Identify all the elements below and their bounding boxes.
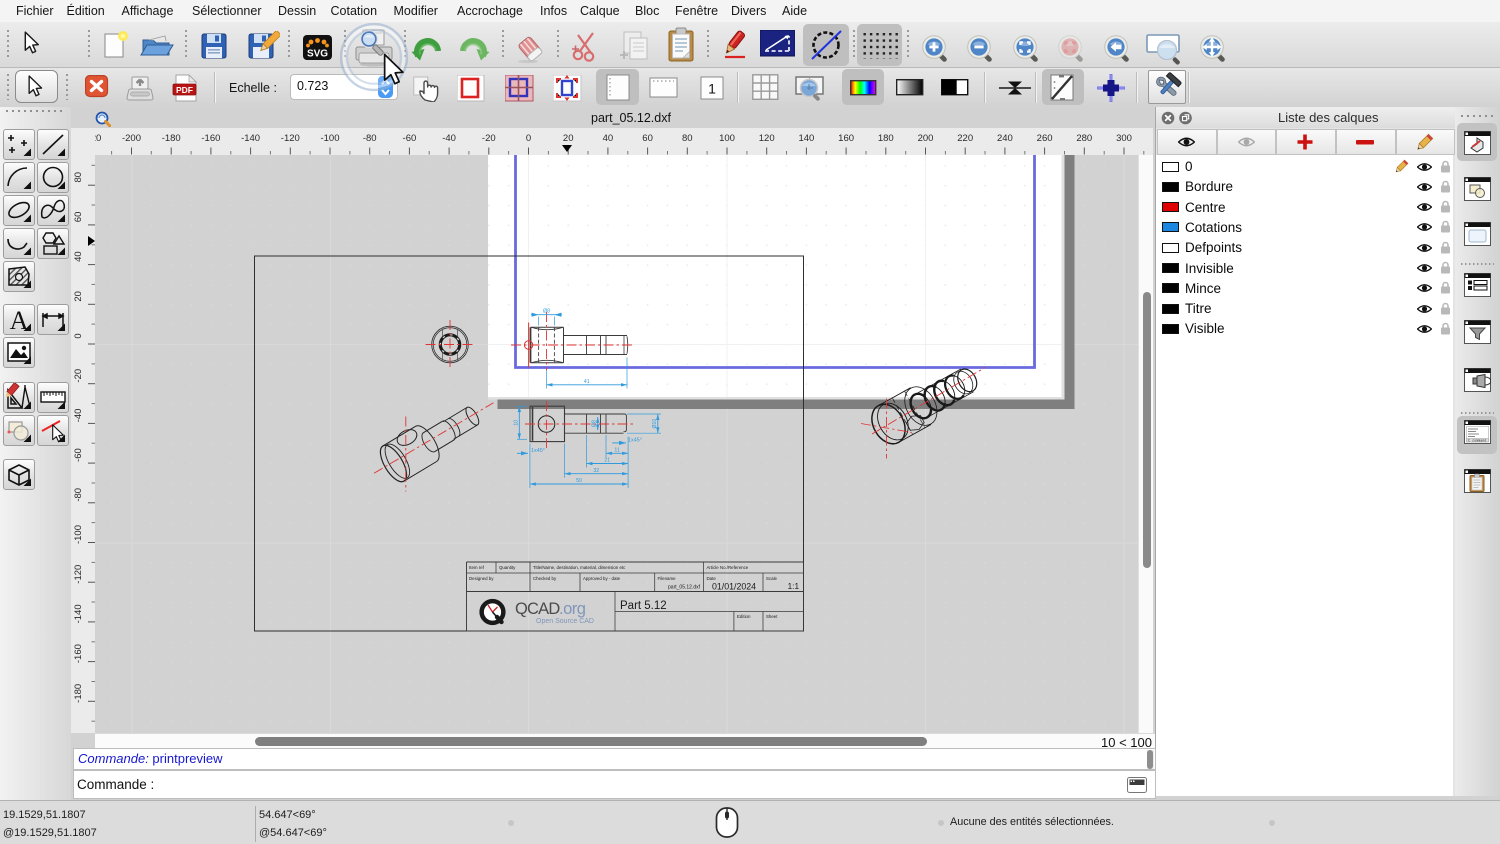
svg-text:-80: -80	[73, 488, 84, 502]
svg-text:-20: -20	[73, 369, 84, 383]
svg-text:20: 20	[563, 133, 574, 144]
svg-text:Ø8: Ø8	[543, 308, 550, 314]
svg-text:-100: -100	[320, 133, 339, 144]
svg-text:Approved by - date: Approved by - date	[583, 576, 621, 581]
svg-text:40: 40	[603, 133, 614, 144]
svg-text:Sheet: Sheet	[766, 614, 778, 619]
svg-text:32: 32	[593, 467, 599, 473]
svg-text:Scale: Scale	[766, 576, 778, 581]
svg-text:part_05.12.dxf: part_05.12.dxf	[668, 584, 701, 590]
svg-text:50: 50	[576, 478, 582, 484]
svg-text:120: 120	[759, 133, 775, 144]
svg-text:-140: -140	[241, 133, 260, 144]
svg-text:11: 11	[614, 447, 619, 453]
svg-text:Quantity: Quantity	[499, 565, 516, 570]
svg-text:260: 260	[1037, 133, 1053, 144]
svg-text:QCAD: QCAD	[515, 600, 560, 618]
svg-text:-20: -20	[482, 133, 496, 144]
svg-text:160: 160	[838, 133, 854, 144]
svg-text:100: 100	[719, 133, 735, 144]
svg-text:Title/Name, destination, mater: Title/Name, destination, material, dimen…	[533, 565, 626, 570]
svg-text:1x45°: 1x45°	[531, 448, 545, 454]
svg-text:Part 5.12: Part 5.12	[620, 600, 667, 612]
svg-text:80: 80	[682, 133, 693, 144]
svg-text:-160: -160	[201, 133, 220, 144]
svg-text:41: 41	[584, 379, 590, 385]
svg-text:-220: -220	[95, 133, 101, 144]
svg-text:Checked by: Checked by	[533, 576, 557, 581]
svg-text:1: 1	[708, 81, 716, 97]
svg-text:60: 60	[642, 133, 653, 144]
svg-text:20: 20	[73, 291, 84, 302]
svg-text:-60: -60	[403, 133, 417, 144]
svg-text:-140: -140	[73, 604, 84, 623]
svg-text:300: 300	[1116, 133, 1132, 144]
svg-text:1x45°: 1x45°	[628, 437, 642, 443]
svg-text:Designed by: Designed by	[469, 576, 494, 581]
svg-text:200: 200	[918, 133, 934, 144]
svg-text:Item ref: Item ref	[469, 565, 485, 570]
svg-text:220: 220	[957, 133, 973, 144]
svg-text:-180: -180	[73, 684, 84, 703]
svg-text:-40: -40	[73, 409, 84, 423]
svg-text:-60: -60	[73, 448, 84, 462]
svg-text:01/01/2024: 01/01/2024	[712, 581, 756, 591]
svg-text:C command: C command	[1468, 439, 1486, 444]
svg-text:Edition: Edition	[737, 614, 751, 619]
svg-text:140: 140	[798, 133, 814, 144]
svg-text:SVG: SVG	[307, 49, 328, 60]
svg-text:-100: -100	[73, 525, 84, 544]
svg-text:280: 280	[1076, 133, 1092, 144]
svg-text:Ø8: Ø8	[592, 420, 598, 427]
svg-text:240: 240	[997, 133, 1013, 144]
svg-text:Ø10: Ø10	[652, 418, 658, 428]
svg-text:Filename: Filename	[658, 576, 677, 581]
svg-text:80: 80	[73, 172, 84, 183]
svg-text:Date: Date	[707, 576, 717, 581]
svg-text:PDF: PDF	[176, 85, 193, 95]
svg-text:Open Source CAD: Open Source CAD	[536, 618, 594, 625]
svg-text:.org: .org	[559, 600, 586, 618]
svg-text:-40: -40	[442, 133, 456, 144]
svg-text:-80: -80	[363, 133, 377, 144]
svg-text:21: 21	[604, 457, 610, 463]
svg-text:180: 180	[878, 133, 894, 144]
svg-text:0: 0	[526, 133, 531, 144]
svg-text:60: 60	[73, 212, 84, 223]
svg-text:-180: -180	[162, 133, 181, 144]
svg-text:-120: -120	[281, 133, 300, 144]
svg-text:1:1: 1:1	[788, 582, 800, 591]
svg-text:-160: -160	[73, 644, 84, 663]
svg-text:40: 40	[73, 251, 84, 262]
svg-text:-200: -200	[122, 133, 141, 144]
svg-text:-120: -120	[73, 565, 84, 584]
svg-text:10: 10	[513, 419, 519, 425]
svg-text:0: 0	[73, 333, 84, 338]
svg-text:Article No./Reference: Article No./Reference	[707, 565, 749, 570]
